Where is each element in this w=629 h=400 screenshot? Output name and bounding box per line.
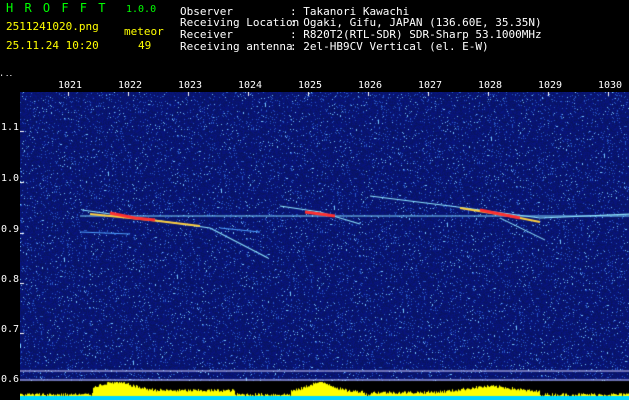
- y-tick: 0.6: [1, 374, 20, 385]
- x-tick: 1024: [238, 80, 263, 91]
- x-tick: 1030: [598, 80, 623, 91]
- y-tick: 0.8: [1, 274, 20, 285]
- antenna-value: : 2el-HB9CV Vertical (el. E-W): [290, 40, 489, 53]
- waterfall-spectrogram: [20, 92, 629, 400]
- meteor-count: 49: [138, 39, 152, 52]
- y-tick: 1.1: [1, 122, 20, 133]
- capture-datetime: 25.11.24 10:20: [6, 39, 99, 52]
- y-tick: 0.9: [1, 224, 20, 235]
- meteor-label: meteor: [124, 25, 164, 38]
- x-tick: 1025: [298, 80, 323, 91]
- y-tick: 1.0: [1, 173, 20, 184]
- app-version: 1.0.0: [126, 4, 157, 15]
- x-tick: 1029: [538, 80, 563, 91]
- x-tick: 1028: [478, 80, 503, 91]
- x-tick: 1026: [358, 80, 383, 91]
- x-tick: 1021: [58, 80, 83, 91]
- header-panel: H R O F F T 1.0.0 2511241020.png meteor …: [0, 0, 629, 76]
- app-name: H R O F F T: [6, 1, 108, 15]
- x-tick: 1022: [118, 80, 143, 91]
- y-tick: 0.7: [1, 324, 20, 335]
- x-tick: 1023: [178, 80, 203, 91]
- y-axis: 1.1 1.0 0.9 0.8 0.7 0.6: [0, 76, 20, 400]
- image-filename: 2511241020.png: [6, 20, 99, 33]
- antenna-label: Receiving antenna: [180, 40, 293, 53]
- x-tick: 1027: [418, 80, 443, 91]
- x-axis: kHz 1021 1022 1023 1024 1025 1026 1027 1…: [0, 74, 629, 92]
